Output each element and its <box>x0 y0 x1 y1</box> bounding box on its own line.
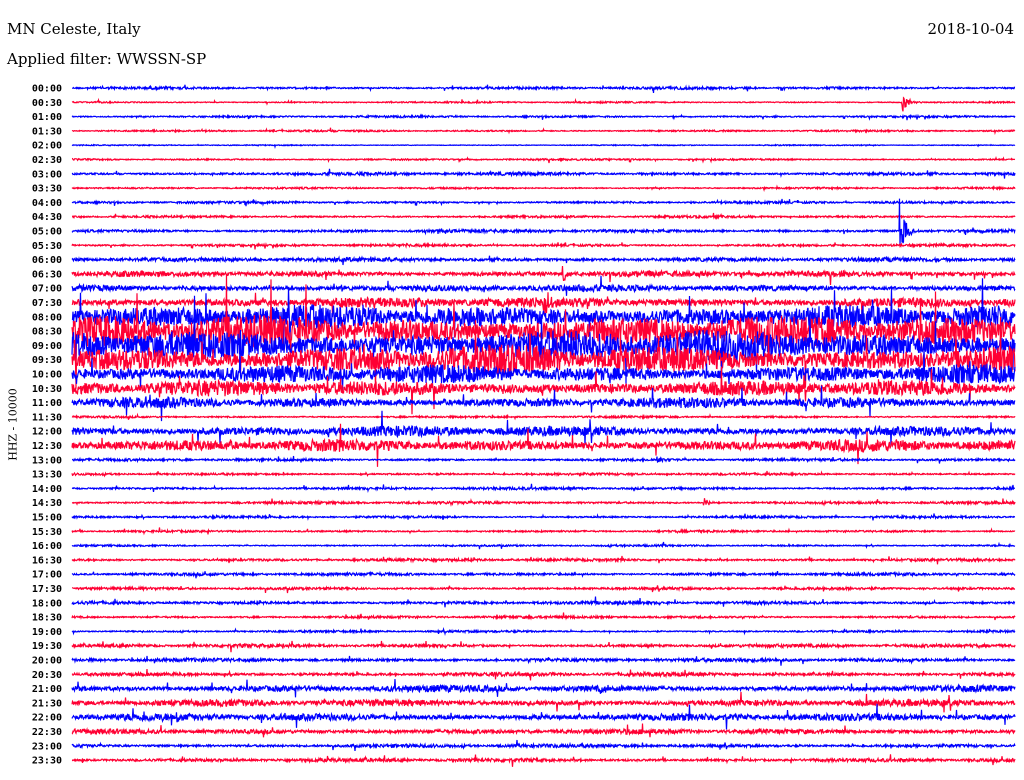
time-tick-label: 00:00 <box>32 84 62 95</box>
trace-0530 <box>71 241 1016 250</box>
time-tick-label: 21:00 <box>32 684 62 695</box>
trace-2300 <box>71 739 1016 751</box>
helicorder-plot: 00:00 00:30 01:00 01:30 02:00 02:30 03:00 03:30… <box>32 84 1016 767</box>
time-tick-label: 10:30 <box>32 384 62 395</box>
time-tick-label: 21:30 <box>32 698 62 709</box>
trace-2000 <box>71 655 1016 666</box>
time-tick-label: 02:30 <box>32 155 62 166</box>
time-tick-label: 15:00 <box>32 513 62 524</box>
trace-0030 <box>71 96 1016 112</box>
trace-1330 <box>71 470 1016 478</box>
time-tick-label: 02:00 <box>32 141 62 152</box>
time-tick-label: 03:30 <box>32 184 62 195</box>
trace-2030 <box>71 669 1016 681</box>
time-tick-label: 20:30 <box>32 670 62 681</box>
trace-0700 <box>71 275 1016 296</box>
time-tick-label: 03:00 <box>32 169 62 180</box>
trace-1930 <box>71 640 1016 653</box>
trace-0630 <box>71 265 1016 286</box>
trace-0230 <box>71 156 1016 164</box>
time-tick-label: 16:30 <box>32 555 62 566</box>
time-tick-label: 20:00 <box>32 656 62 667</box>
trace-1830 <box>71 612 1016 621</box>
time-tick-label: 22:30 <box>32 727 62 738</box>
trace-2200 <box>71 703 1016 730</box>
time-tick-label: 19:00 <box>32 627 62 638</box>
time-tick-label: 11:00 <box>32 398 62 409</box>
time-tick-label: 13:00 <box>32 455 62 466</box>
trace-1900 <box>71 627 1016 636</box>
trace-0600 <box>71 255 1016 266</box>
time-tick-label: 07:30 <box>32 298 62 309</box>
trace-0200 <box>71 143 1016 149</box>
time-tick-label: 05:00 <box>32 227 62 238</box>
trace-1600 <box>71 541 1016 550</box>
trace-1300 <box>72 455 1016 464</box>
time-tick-label: 09:30 <box>32 355 62 366</box>
trace-0500 <box>71 198 1016 247</box>
trace-1730 <box>71 585 1016 594</box>
time-tick-label: 04:00 <box>32 198 62 209</box>
time-tick-label: 11:30 <box>32 412 62 423</box>
time-tick-label: 12:00 <box>32 427 62 438</box>
time-tick-label: 01:30 <box>32 126 62 137</box>
time-tick-label: 06:30 <box>32 269 62 280</box>
trace-1700 <box>71 570 1016 579</box>
trace-1430 <box>71 498 1016 507</box>
time-tick-label: 18:30 <box>32 613 62 624</box>
trace-0000 <box>72 84 1016 94</box>
trace-0300 <box>71 168 1016 179</box>
time-tick-label: 13:30 <box>32 470 62 481</box>
time-tick-label: 15:30 <box>32 527 62 538</box>
time-tick-label: 14:00 <box>32 484 62 495</box>
trace-2130 <box>71 691 1016 713</box>
trace-1400 <box>71 483 1015 494</box>
trace-0330 <box>71 184 1016 192</box>
trace-1130 <box>71 412 1016 421</box>
time-tick-label: 22:00 <box>32 713 62 724</box>
trace-2100 <box>71 679 1016 698</box>
trace-0100 <box>71 113 1016 121</box>
trace-2330 <box>71 754 1016 767</box>
time-tick-label: 01:00 <box>32 112 62 123</box>
time-tick-label: 08:30 <box>32 327 62 338</box>
time-tick-label: 05:30 <box>32 241 62 252</box>
time-tick-label: 19:30 <box>32 641 62 652</box>
time-tick-label: 12:30 <box>32 441 62 452</box>
trace-1500 <box>71 513 1016 521</box>
time-tick-label: 23:00 <box>32 741 62 752</box>
time-tick-label: 09:00 <box>32 341 62 352</box>
time-tick-label: 04:30 <box>32 212 62 223</box>
time-tick-label: 07:00 <box>32 284 62 295</box>
trace-1800 <box>71 596 1016 608</box>
trace-1530 <box>71 527 1016 536</box>
time-tick-label: 17:30 <box>32 584 62 595</box>
time-tick-label: 16:00 <box>32 541 62 552</box>
time-tick-label: 08:00 <box>32 312 62 323</box>
time-tick-label: 14:30 <box>32 498 62 509</box>
trace-1630 <box>71 555 1016 565</box>
time-tick-label: 00:30 <box>32 98 62 109</box>
trace-0400 <box>71 198 1016 207</box>
trace-2230 <box>71 723 1016 738</box>
time-tick-label: 17:00 <box>32 570 62 581</box>
trace-0430 <box>71 212 1016 221</box>
time-tick-label: 23:30 <box>32 756 62 767</box>
trace-0130 <box>71 127 1016 136</box>
time-tick-label: 18:00 <box>32 598 62 609</box>
time-tick-label: 06:00 <box>32 255 62 266</box>
time-tick-label: 10:00 <box>32 370 62 381</box>
